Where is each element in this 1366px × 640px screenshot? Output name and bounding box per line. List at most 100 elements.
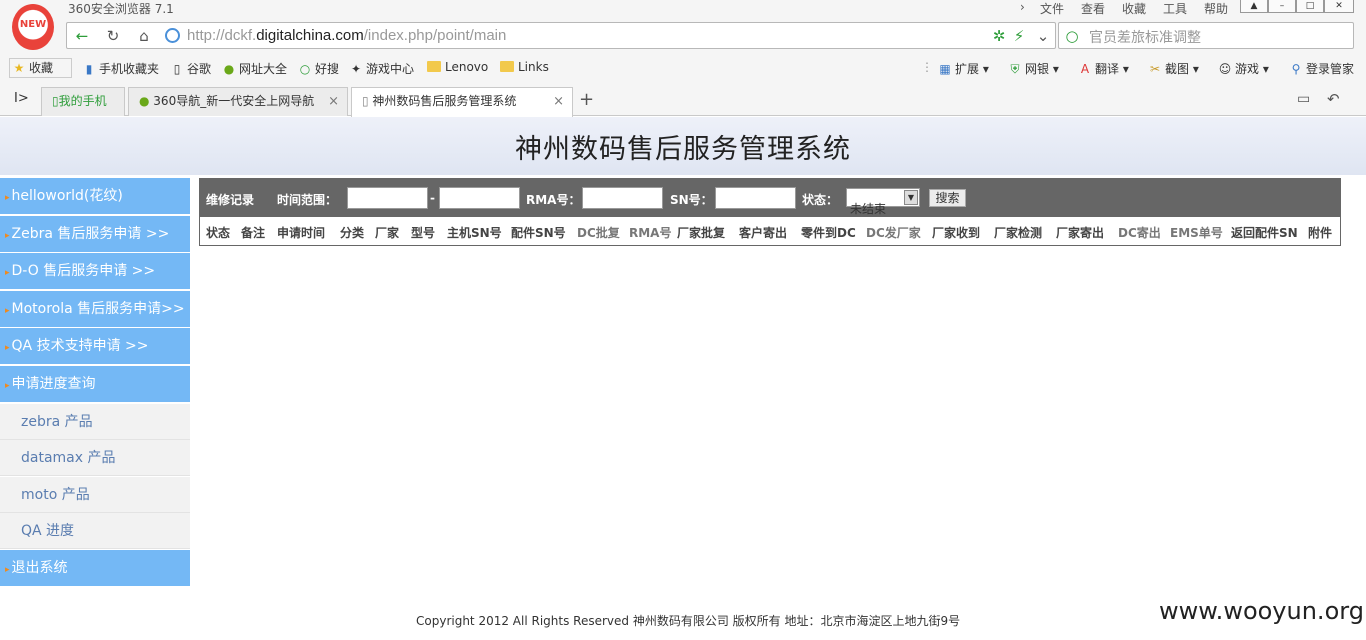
sidebar-item-motorola-service[interactable]: Motorola 售后服务申请>>: [0, 290, 190, 327]
tab-list-icon[interactable]: ▭: [1297, 91, 1310, 107]
fav-haosou[interactable]: ○ 好搜: [298, 60, 339, 77]
rma-label: RMA号：: [526, 193, 581, 207]
tab-bar: I> ▯我的手机 ● 360导航_新一代安全上网导航 × ▯ 神州数码售后服务管理…: [0, 85, 1366, 117]
chevron-right-icon[interactable]: ›: [1020, 0, 1025, 14]
undo-close-icon[interactable]: ↶: [1327, 90, 1340, 108]
column-header: DC寄出: [1118, 226, 1161, 240]
page-header: 神州数码售后服务管理系统: [0, 117, 1366, 175]
sidebar-item-logout[interactable]: 退出系统: [0, 549, 190, 586]
tool-label: 网银: [1025, 62, 1050, 76]
column-header: 申请时间: [277, 226, 326, 240]
menu-help[interactable]: 帮助: [1204, 0, 1228, 17]
user-icon: ⚲: [1291, 62, 1301, 76]
fav-label: 手机收藏夹: [99, 62, 160, 76]
folder-icon: [500, 61, 514, 72]
back-icon[interactable]: ←: [72, 27, 92, 45]
column-header: 附件: [1308, 226, 1333, 240]
page-icon: [165, 28, 180, 43]
refresh-icon[interactable]: ↻: [103, 27, 123, 45]
menu-favorites[interactable]: 收藏: [1122, 0, 1146, 17]
maximize-icon[interactable]: □: [1296, 0, 1324, 13]
tab-360-navigation[interactable]: ● 360导航_新一代安全上网导航 ×: [128, 87, 348, 116]
rma-input[interactable]: [582, 187, 663, 209]
sidebar-item-zebra-service[interactable]: Zebra 售后服务申请 >>: [0, 215, 190, 252]
gamepad-icon: ✦: [350, 62, 362, 76]
end-date-input[interactable]: [439, 187, 520, 209]
sidebar-subitem-datamax[interactable]: datamax 产品: [0, 440, 190, 477]
fav-mobile-favorites[interactable]: ▮ 手机收藏夹: [82, 60, 159, 77]
browser-chrome: NEW 360安全浏览器 7.1 › 文件 查看 收藏 工具 帮助 ▲ – □ …: [0, 0, 1366, 117]
fav-game-center[interactable]: ✦ 游戏中心: [349, 60, 414, 77]
security-icon[interactable]: ✲: [989, 27, 1009, 45]
status-select[interactable]: 未结束 ▼: [846, 188, 920, 216]
tab-label: 神州数码售后服务管理系统: [372, 94, 517, 108]
tab-active-page[interactable]: ▯ 神州数码售后服务管理系统 ×: [351, 87, 573, 117]
fav-label: 谷歌: [187, 62, 212, 76]
favorites-button[interactable]: ★ 收藏: [9, 58, 73, 78]
sn-input[interactable]: [715, 187, 796, 209]
search-button[interactable]: 搜索: [929, 189, 966, 207]
close-tab-icon[interactable]: ×: [553, 88, 564, 115]
search-input[interactable]: 官员差旅标准调整: [1089, 27, 1201, 47]
sidebar-subitem-zebra[interactable]: zebra 产品: [0, 403, 190, 440]
sidebar-subitem-moto[interactable]: moto 产品: [0, 476, 190, 513]
tab-my-phone[interactable]: ▯我的手机: [41, 87, 125, 116]
tool-games[interactable]: ☺ 游戏 ▾: [1218, 60, 1269, 77]
fav-label: Links: [518, 60, 549, 74]
sidebar-item-label: helloworld(花纹): [11, 188, 123, 204]
tool-translate[interactable]: A 翻译 ▾: [1078, 60, 1129, 77]
column-header: 厂家检测: [994, 226, 1043, 240]
address-bar[interactable]: ← ↻ ⌂ http://dckf.digitalchina.com/index…: [66, 22, 1056, 49]
tool-label: 截图: [1165, 62, 1190, 76]
url-text[interactable]: http://dckf.digitalchina.com/index.php/p…: [187, 27, 506, 44]
close-window-icon[interactable]: ✕: [1324, 0, 1354, 13]
folder-icon: [427, 61, 441, 72]
fav-links[interactable]: Links: [500, 60, 549, 74]
sidebar-toggle-icon[interactable]: I>: [14, 91, 29, 106]
sidebar-item-helloworld[interactable]: helloworld(花纹): [0, 178, 190, 214]
repair-records-panel: 维修记录 时间范围： - RMA号： SN号： 状态： 未结束 ▼ 搜索 状态 备…: [199, 178, 1341, 246]
menu-tools[interactable]: 工具: [1163, 0, 1187, 17]
home-icon[interactable]: ⌂: [134, 27, 154, 45]
fav-site-directory[interactable]: ● 网址大全: [222, 60, 287, 77]
section-title: 维修记录: [206, 193, 255, 207]
tab-label: 我的手机: [58, 94, 107, 108]
sidebar-subitem-qa[interactable]: QA 进度: [0, 513, 190, 550]
tool-screenshot[interactable]: ✂ 截图 ▾: [1148, 60, 1199, 77]
page-icon: ▯: [362, 94, 373, 108]
tool-label: 游戏: [1235, 62, 1260, 76]
tool-login-manager[interactable]: ⚲ 登录管家: [1289, 60, 1354, 77]
drag-handle-icon: ⋮: [921, 60, 933, 74]
search-bar[interactable]: ○ 官员差旅标准调整: [1058, 22, 1354, 49]
tool-label: 翻译: [1095, 62, 1120, 76]
search-icon[interactable]: ○: [1062, 27, 1082, 45]
tool-online-banking[interactable]: ⛨ 网银 ▾: [1008, 60, 1058, 77]
new-tab-icon[interactable]: +: [579, 89, 594, 110]
fav-google[interactable]: ▯ 谷歌: [170, 60, 211, 77]
sidebar-item-progress-query[interactable]: 申请进度查询: [0, 365, 190, 402]
tool-extensions[interactable]: ▦ 扩展 ▾: [938, 60, 989, 77]
column-header: 返回配件SN: [1231, 226, 1298, 240]
fav-label: 好搜: [315, 62, 340, 76]
chevron-down-icon: ▼: [904, 190, 918, 205]
sidebar-item-label: moto 产品: [21, 486, 90, 503]
fav-label: 网址大全: [239, 62, 288, 76]
sidebar: helloworld(花纹) Zebra 售后服务申请 >> D-O 售后服务申…: [0, 178, 190, 588]
menu-file[interactable]: 文件: [1040, 0, 1064, 17]
filter-bar: 维修记录 时间范围： - RMA号： SN号： 状态： 未结束 ▼ 搜索: [200, 179, 1340, 217]
status-select-value: 未结束: [850, 202, 887, 216]
chevron-down-icon[interactable]: ⌄: [1033, 27, 1053, 45]
skin-icon[interactable]: ▲: [1240, 0, 1268, 13]
minimize-icon[interactable]: –: [1268, 0, 1296, 13]
sidebar-item-do-service[interactable]: D-O 售后服务申请 >>: [0, 253, 190, 290]
gamepad-icon: ☺: [1218, 62, 1232, 76]
logo-badge-text: NEW: [19, 19, 47, 30]
fav-lenovo[interactable]: Lenovo: [427, 60, 488, 74]
translate-icon: A: [1080, 62, 1090, 76]
speed-mode-icon[interactable]: ⚡: [1009, 27, 1029, 45]
close-tab-icon[interactable]: ×: [328, 88, 339, 115]
column-header: 厂家寄出: [1056, 226, 1105, 240]
start-date-input[interactable]: [347, 187, 428, 209]
sidebar-item-qa-support[interactable]: QA 技术支持申请 >>: [0, 328, 190, 365]
menu-view[interactable]: 查看: [1081, 0, 1105, 17]
